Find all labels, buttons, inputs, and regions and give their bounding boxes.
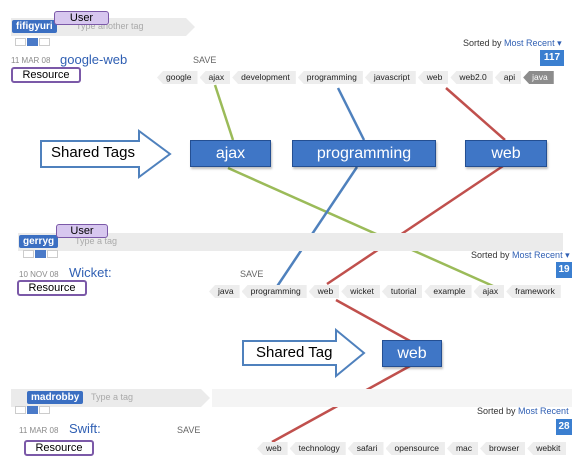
tag-item[interactable]: java xyxy=(523,71,554,84)
tag-list-3: web technology safari opensource mac browser w… xyxy=(257,442,568,455)
bookmark-count-2: 19 xyxy=(556,262,572,278)
resource-callout-1: Resource xyxy=(11,67,81,83)
sort-value[interactable]: Most Recent xyxy=(512,250,563,260)
sort-control-1[interactable]: Sorted by Most Recent ▾ xyxy=(463,38,562,49)
shared-tag-web-single: web xyxy=(382,340,442,367)
username-chip-1[interactable]: fifigyuri xyxy=(12,20,57,33)
tag-item[interactable]: web xyxy=(417,71,449,84)
shared-tag-ajax: ajax xyxy=(190,140,271,167)
line-ajax-top xyxy=(213,84,235,141)
sort-prefix: Sorted by xyxy=(463,38,502,48)
tag-item[interactable]: wicket xyxy=(341,285,380,298)
tag-item[interactable]: javascript xyxy=(364,71,416,84)
tag-item[interactable]: web2.0 xyxy=(450,71,493,84)
tag-item[interactable]: ajax xyxy=(199,71,231,84)
save-button-3[interactable]: SAVE xyxy=(177,425,200,435)
view-toggle-2[interactable] xyxy=(23,250,59,268)
tag-list-2: java programming web wicket tutorial example a… xyxy=(209,285,563,298)
sort-value[interactable]: Most Recent xyxy=(504,38,555,48)
sort-value[interactable]: Most Recent xyxy=(518,406,569,416)
tag-item[interactable]: tutorial xyxy=(381,285,423,298)
sort-control-3[interactable]: Sorted by Most Recent xyxy=(477,406,569,416)
line-web2-top xyxy=(335,298,411,343)
tag-item[interactable]: framework xyxy=(506,285,561,298)
date-2: 10 NOV 08 xyxy=(19,270,59,279)
tag-item[interactable]: api xyxy=(494,71,522,84)
shared-tag-programming: programming xyxy=(292,140,436,167)
shared-tag-web: web xyxy=(465,140,547,167)
save-button-2[interactable]: SAVE xyxy=(240,269,263,279)
tag-item[interactable]: development xyxy=(232,71,296,84)
tag-item[interactable]: programming xyxy=(297,71,363,84)
tag-item[interactable]: webkit xyxy=(527,442,567,455)
view-toggle-3[interactable] xyxy=(15,406,51,424)
tag-list-1: google ajax development programming javascri… xyxy=(157,71,556,84)
username-chip-3[interactable]: madrobby xyxy=(27,391,84,404)
user-callout-1: User xyxy=(54,11,109,25)
tag-item[interactable]: ajax xyxy=(473,285,505,298)
tag-item[interactable]: browser xyxy=(480,442,526,455)
view-toggle-1[interactable] xyxy=(15,38,51,56)
compact-view-icon[interactable] xyxy=(15,406,26,414)
line-programming-bottom xyxy=(274,166,359,289)
tag-item[interactable]: java xyxy=(209,285,240,298)
tag-item[interactable]: web xyxy=(257,442,288,455)
detail-view-icon[interactable] xyxy=(39,38,50,46)
tag-input-3[interactable]: Type a tag xyxy=(91,391,133,403)
compact-view-icon[interactable] xyxy=(23,250,34,258)
save-button-1[interactable]: SAVE xyxy=(193,55,216,65)
resource-callout-3: Resource xyxy=(24,440,94,456)
sort-prefix: Sorted by xyxy=(471,250,510,260)
shared-tag-label: Shared Tag xyxy=(256,344,333,361)
title-link-3[interactable]: Swift: xyxy=(69,421,101,436)
tag-bar-3-extend xyxy=(212,389,572,407)
user-callout-2: User xyxy=(56,224,108,238)
tag-item[interactable]: example xyxy=(424,285,472,298)
bookmark-count-3: 28 xyxy=(556,419,572,435)
tag-item[interactable]: google xyxy=(157,71,198,84)
shared-tags-label: Shared Tags xyxy=(51,144,135,161)
tag-bar-3-arrow xyxy=(201,389,210,407)
tag-item[interactable]: programming xyxy=(241,285,307,298)
sort-prefix: Sorted by xyxy=(477,406,516,416)
bookmark-count-1: 117 xyxy=(540,50,564,66)
list-view-icon[interactable] xyxy=(27,38,38,46)
chevron-down-icon[interactable]: ▾ xyxy=(557,38,562,48)
line-programming-top xyxy=(336,87,366,141)
detail-view-icon[interactable] xyxy=(39,406,50,414)
title-link-1[interactable]: google-web xyxy=(60,52,127,67)
compact-view-icon[interactable] xyxy=(15,38,26,46)
tag-item[interactable]: opensource xyxy=(385,442,445,455)
sort-control-2[interactable]: Sorted by Most Recent ▾ xyxy=(471,250,570,261)
tag-item[interactable]: mac xyxy=(446,442,478,455)
username-chip-2[interactable]: gerryg xyxy=(19,235,59,248)
tag-item[interactable]: technology xyxy=(289,442,346,455)
date-3: 11 MAR 08 xyxy=(19,426,59,435)
chevron-down-icon[interactable]: ▾ xyxy=(565,250,570,260)
title-link-2[interactable]: Wicket: xyxy=(69,265,112,280)
detail-view-icon[interactable] xyxy=(47,250,58,258)
tag-item[interactable]: web xyxy=(308,285,340,298)
tag-item[interactable]: safari xyxy=(347,442,384,455)
date-1: 11 MAR 08 xyxy=(11,56,51,65)
list-view-icon[interactable] xyxy=(35,250,46,258)
list-view-icon[interactable] xyxy=(27,406,38,414)
resource-callout-2: Resource xyxy=(17,280,87,296)
tag-bar-1-arrow xyxy=(186,18,195,36)
line-web-top xyxy=(445,87,506,141)
line-ajax-bottom xyxy=(227,166,494,288)
